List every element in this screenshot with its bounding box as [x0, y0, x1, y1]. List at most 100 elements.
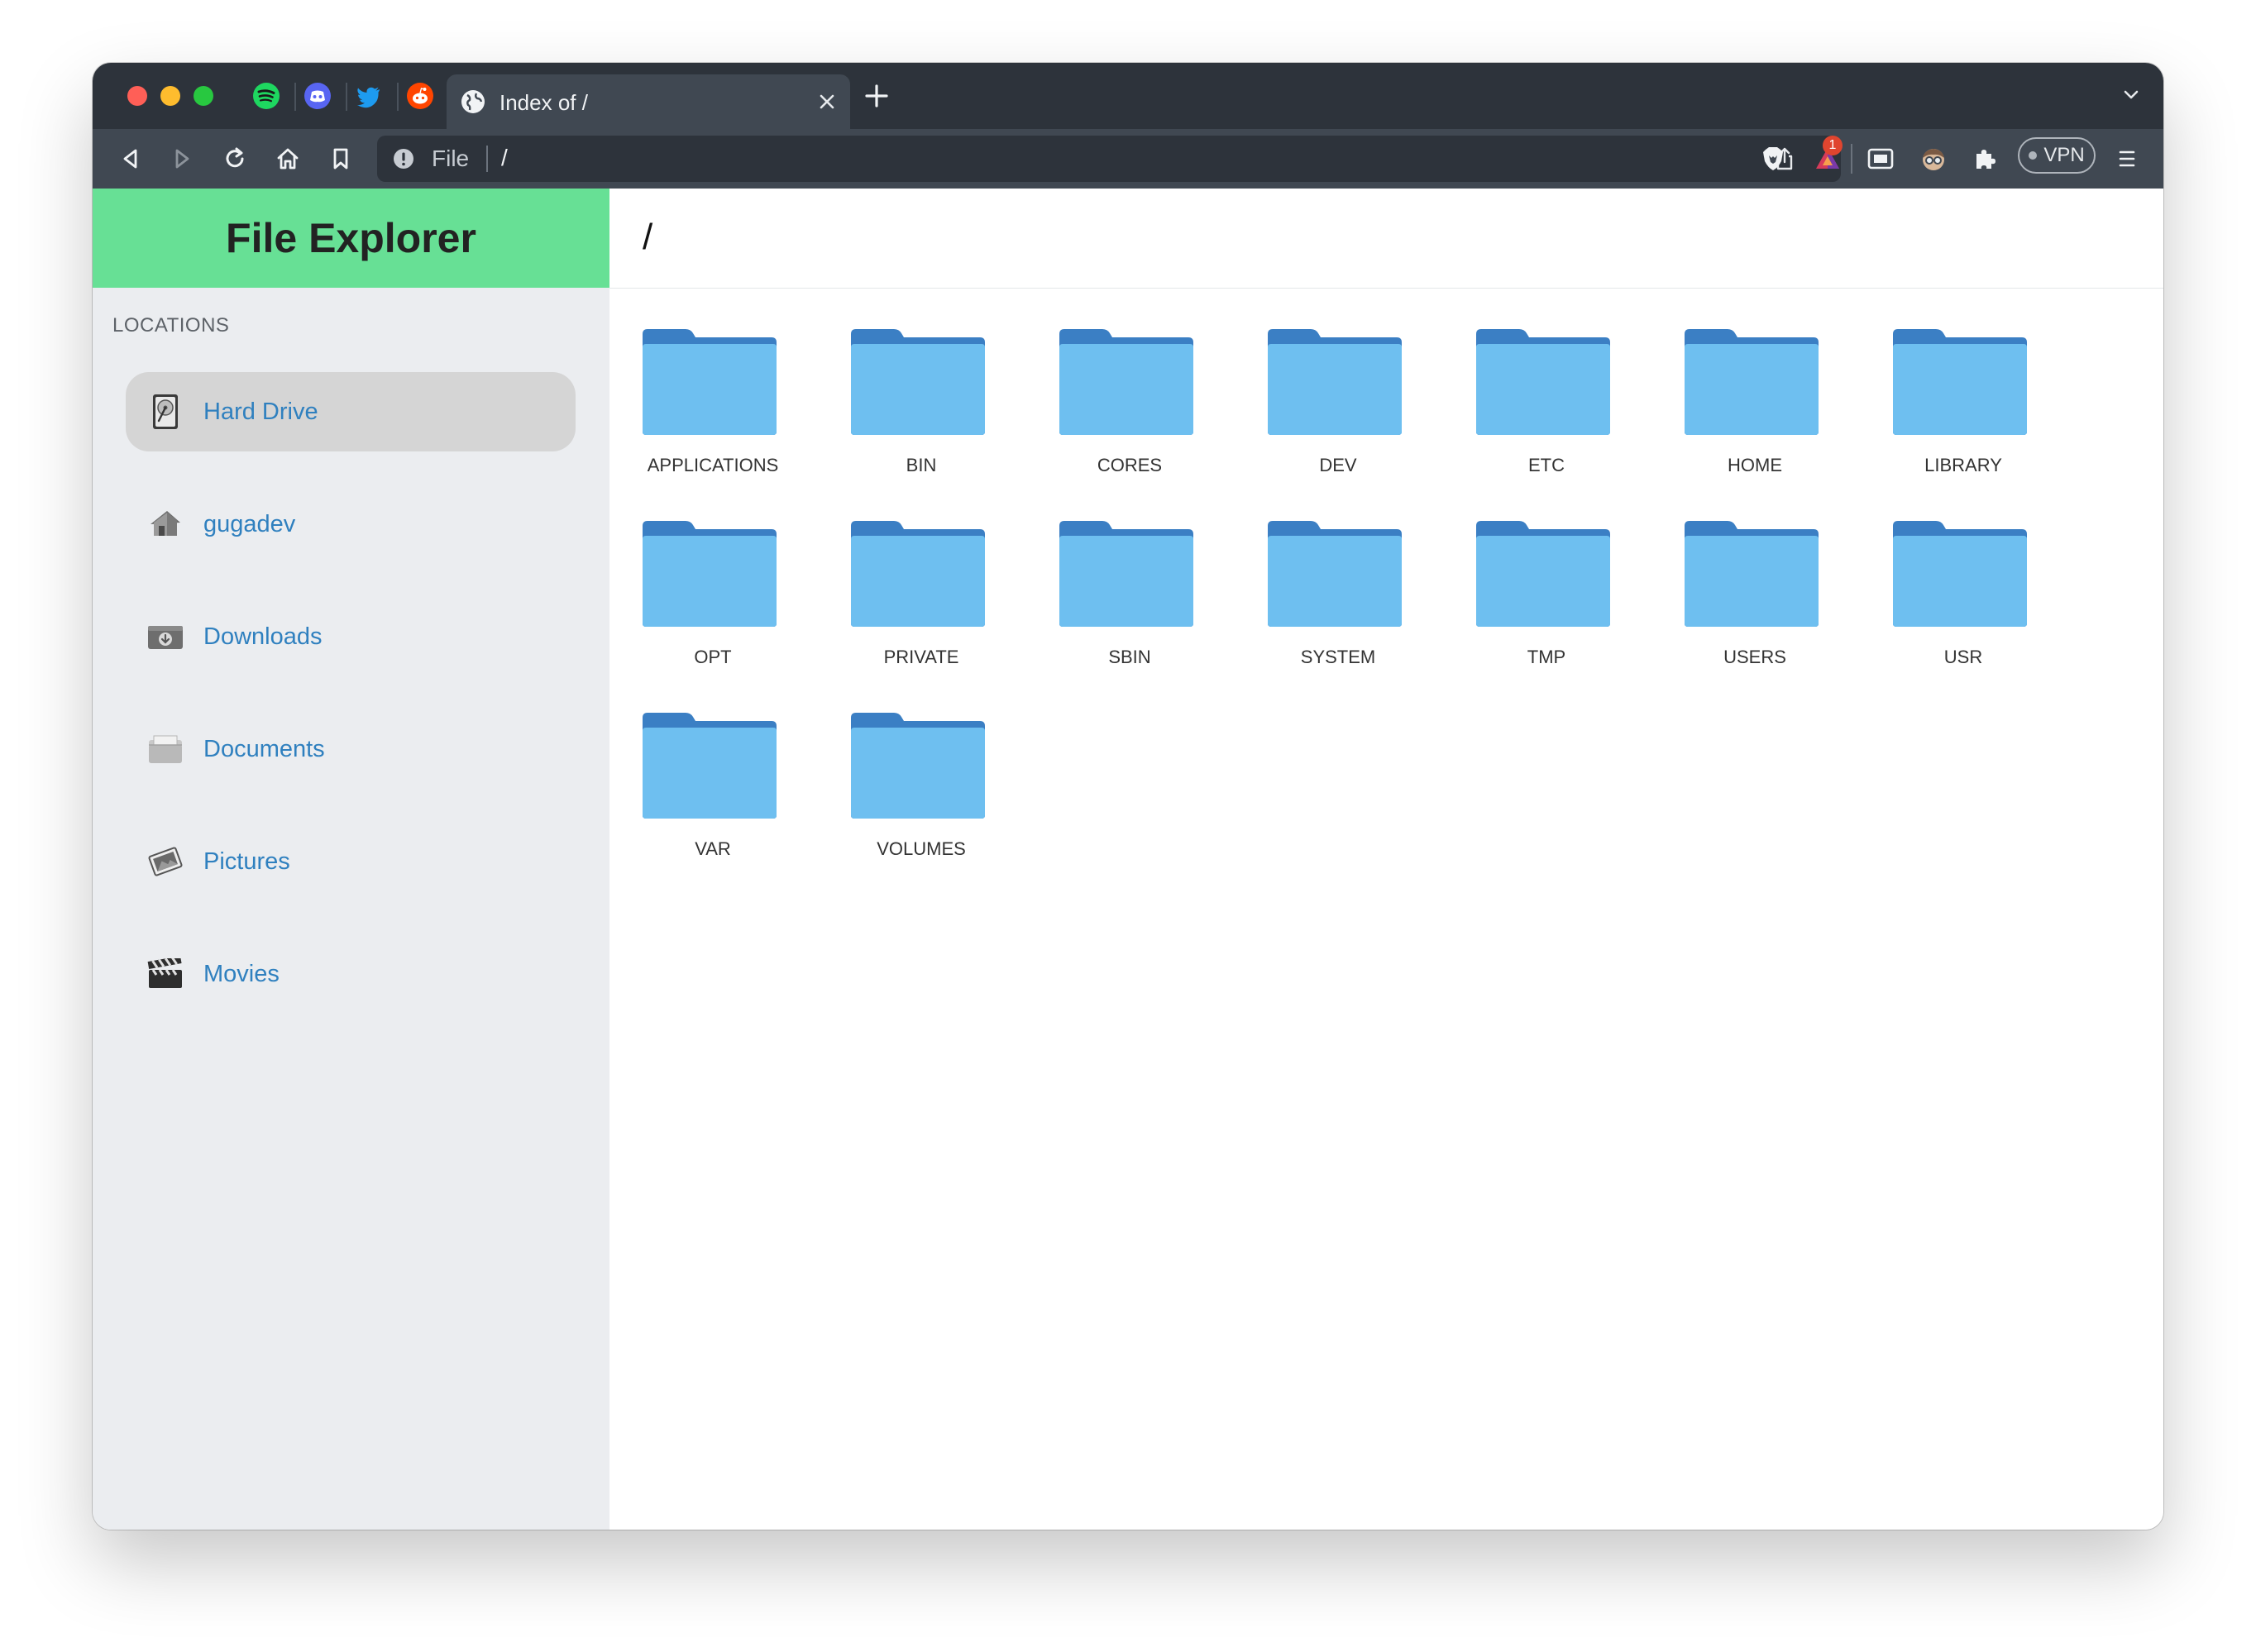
folder-item[interactable]: VOLUMES	[851, 713, 992, 870]
main-panel: / APPLICATIONS BIN CORES DEV ETC HOME LIBRARY O…	[609, 189, 2163, 1530]
extensions-button[interactable]	[1970, 144, 2000, 174]
url-separator	[486, 146, 488, 172]
folder-icon	[1268, 329, 1402, 435]
folder-item[interactable]: PRIVATE	[851, 521, 992, 678]
sidebar-item-label: Documents	[203, 735, 325, 762]
folder-label: ETC	[1528, 455, 1565, 475]
sidebar: File Explorer LOCATIONS Hard Drive gugad…	[93, 189, 609, 1530]
sidebar-item-gugadev[interactable]: gugadev	[126, 485, 576, 564]
folder-icon	[1685, 521, 1819, 627]
main-header: /	[609, 189, 2163, 289]
sidebar-item-hard-drive[interactable]: Hard Drive	[126, 372, 576, 451]
extension-avatar-button[interactable]	[1919, 144, 1948, 174]
brave-shields-button[interactable]	[1758, 144, 1788, 174]
back-button[interactable]	[116, 144, 146, 174]
tab-separator	[397, 83, 399, 111]
sidebar-item-label: Hard Drive	[203, 398, 318, 425]
folder-item[interactable]: OPT	[643, 521, 783, 678]
chevron-down-icon[interactable]	[2119, 83, 2144, 107]
folder-label: LIBRARY	[1924, 455, 2002, 475]
folder-label: OPT	[694, 647, 732, 667]
current-path-title: /	[643, 217, 653, 257]
close-tab-icon[interactable]	[815, 90, 839, 113]
twitter-tab[interactable]	[352, 79, 385, 112]
reddit-tab[interactable]	[404, 79, 437, 112]
folder-item[interactable]: USR	[1893, 521, 2034, 678]
spotify-icon	[253, 83, 280, 109]
minimize-window-button[interactable]	[160, 86, 180, 106]
maximize-window-button[interactable]	[194, 86, 213, 106]
folder-item[interactable]: SBIN	[1059, 521, 1200, 678]
sidebar-item-label: Pictures	[203, 847, 290, 875]
tab-separator	[346, 83, 347, 111]
menu-button[interactable]	[2112, 144, 2142, 174]
sidebar-item-label: Movies	[203, 960, 280, 987]
folder-item[interactable]: HOME	[1685, 329, 1825, 486]
globe-icon	[461, 90, 485, 113]
folder-label: CORES	[1097, 455, 1163, 475]
hamburger-menu-icon	[2119, 150, 2135, 167]
spotify-tab[interactable]	[250, 79, 283, 112]
forward-arrow-icon	[175, 149, 189, 169]
hard-drive-icon	[144, 390, 187, 433]
folder-item[interactable]: TMP	[1476, 521, 1617, 678]
discord-icon	[304, 83, 331, 109]
bookmark-button[interactable]	[326, 144, 356, 174]
sidebar-item-movies[interactable]: Movies	[126, 934, 576, 1014]
tab-separator	[294, 83, 296, 111]
folder-icon	[851, 329, 985, 435]
home-icon	[277, 148, 299, 169]
tab-index[interactable]: Index of /	[447, 74, 850, 129]
folder-item[interactable]: CORES	[1059, 329, 1200, 486]
sidebar-item-documents[interactable]: Documents	[126, 709, 576, 789]
close-window-button[interactable]	[127, 86, 147, 106]
reload-icon	[226, 147, 244, 168]
sidebar-item-pictures[interactable]: Pictures	[126, 822, 576, 901]
folder-icon	[1059, 329, 1193, 435]
folder-item[interactable]: VAR	[643, 713, 783, 870]
new-tab-icon[interactable]	[860, 79, 893, 112]
browser-window: Index of / File / 1 VPN File Explorer LO…	[93, 63, 2163, 1530]
sidebar-item-downloads[interactable]: Downloads	[126, 597, 576, 676]
folder-label: APPLICATIONS	[647, 455, 779, 475]
info-icon[interactable]	[392, 147, 415, 170]
downloads-icon	[144, 615, 187, 658]
folder-item[interactable]: BIN	[851, 329, 992, 486]
forward-button[interactable]	[167, 144, 197, 174]
folder-label: VOLUMES	[877, 838, 966, 859]
home-button[interactable]	[273, 144, 303, 174]
url-path: /	[501, 145, 508, 170]
folder-label: BIN	[906, 455, 937, 475]
folder-icon	[1268, 521, 1402, 627]
back-arrow-icon	[123, 149, 137, 169]
folder-item[interactable]: SYSTEM	[1268, 521, 1408, 678]
address-bar[interactable]: File /	[377, 136, 1841, 182]
vpn-button[interactable]: VPN	[2018, 137, 2096, 174]
discord-tab[interactable]	[301, 79, 334, 112]
home-icon	[144, 503, 187, 546]
folder-item[interactable]: DEV	[1268, 329, 1408, 486]
locations-heading: LOCATIONS	[112, 314, 230, 337]
reader-mode-button[interactable]	[1866, 144, 1895, 174]
folder-icon	[851, 713, 985, 819]
documents-icon	[144, 728, 187, 771]
folder-label: DEV	[1319, 455, 1357, 475]
reload-button[interactable]	[220, 144, 250, 174]
app-title: File Explorer	[226, 215, 476, 261]
twitter-icon	[357, 87, 380, 108]
folder-item[interactable]: ETC	[1476, 329, 1617, 486]
folder-icon	[851, 521, 985, 627]
notification-badge: 1	[1823, 136, 1843, 155]
browser-toolbar: File / 1 VPN	[93, 129, 2163, 189]
movies-icon	[144, 953, 187, 995]
folder-icon	[643, 329, 777, 435]
folder-item[interactable]: LIBRARY	[1893, 329, 2034, 486]
puzzle-icon	[1976, 150, 1996, 169]
folder-item[interactable]: USERS	[1685, 521, 1825, 678]
pictures-icon	[144, 840, 187, 883]
sidebar-item-label: gugadev	[203, 510, 296, 537]
folder-icon	[643, 521, 777, 627]
folder-label: VAR	[695, 838, 731, 859]
folder-item[interactable]: APPLICATIONS	[643, 329, 783, 486]
folder-icon	[643, 713, 777, 819]
